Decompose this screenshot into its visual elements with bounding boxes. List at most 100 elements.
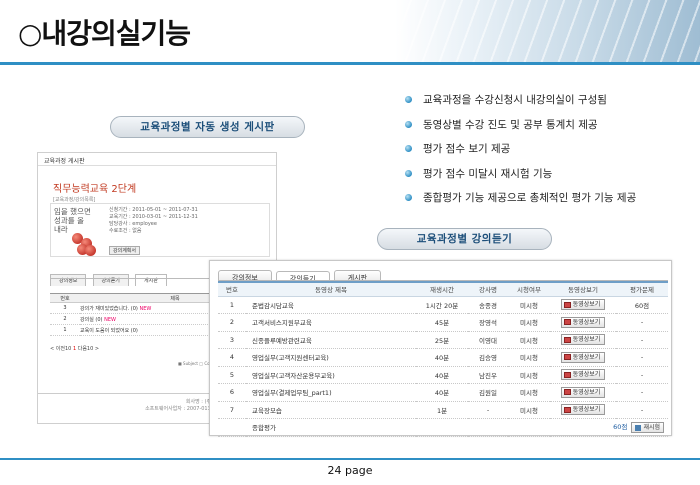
retest-button[interactable]: 재시험 xyxy=(631,422,664,434)
watch-status: 미시청 xyxy=(508,401,550,419)
tab-board[interactable]: 게시판 xyxy=(135,274,167,286)
tab-lecture-listen[interactable]: 강의듣기 xyxy=(92,274,129,286)
play-time: 25분 xyxy=(416,331,468,349)
pager-current[interactable]: 1 xyxy=(73,346,76,352)
video-title: 고객서비스지원부교육 xyxy=(246,313,416,332)
eval-score: - xyxy=(616,366,668,384)
table-row: 2 고객서비스지원부교육 45분 장영석 미시청 동영상보기 - xyxy=(218,313,668,332)
watch-status: 미시청 xyxy=(508,331,550,349)
video-icon xyxy=(563,336,571,343)
eval-score: - xyxy=(616,313,668,332)
video-icon xyxy=(563,301,571,308)
pager: < 이전10 1 다음10 > xyxy=(50,345,99,352)
video-title: 영업실무(결제업무팀_part1) xyxy=(246,383,416,402)
row-number: 7 xyxy=(218,401,246,419)
feature-item: 동영상별 수강 진도 및 공부 통계치 제공 xyxy=(405,117,636,142)
meta-line: 수료조건 : 없음 xyxy=(109,228,142,234)
table-row: 5 영업실무(고객자산운용부교육) 40분 남진우 미시청 동영상보기 - xyxy=(218,366,668,384)
watch-video-label: 동영상보기 xyxy=(572,301,601,309)
watch-video-button[interactable]: 동영상보기 xyxy=(560,299,606,311)
post-title[interactable]: 교육이 도움이 되었어요 xyxy=(80,328,129,334)
teacher-name: - xyxy=(468,401,508,419)
board-tabs: 강의정보 강의듣기 게시판 xyxy=(50,267,168,286)
col-header: 번호 xyxy=(218,281,246,297)
syllabus-button[interactable]: 강의계획서 xyxy=(109,246,141,255)
course-title: 직무능력교육 2단계 xyxy=(53,184,137,195)
feature-item: 교육과정을 수강신청시 내강의실이 구성됨 xyxy=(405,92,636,117)
video-icon xyxy=(563,406,571,413)
row-number xyxy=(218,418,246,437)
watch-status: 미시청 xyxy=(508,296,550,314)
row-number: 1 xyxy=(218,296,246,314)
col-header: 강사명 xyxy=(468,281,508,297)
video-icon xyxy=(563,389,571,396)
row-number: 3 xyxy=(218,331,246,349)
feature-item: 평가 점수 미달시 재시험 기능 xyxy=(405,166,636,191)
table-row-total: 종합평가 60점 재시험 xyxy=(218,418,668,437)
play-time: 40분 xyxy=(416,366,468,384)
watch-video-label: 동영상보기 xyxy=(572,371,601,379)
teacher-name: 남진우 xyxy=(468,366,508,384)
video-icon xyxy=(563,371,571,378)
new-badge: NEW xyxy=(139,305,152,312)
ball-icon xyxy=(85,245,96,256)
course-meta: 신청기간 : 2011-05-01 ~ 2011-07-31 교육기간 : 20… xyxy=(109,207,198,235)
watch-video-label: 동영상보기 xyxy=(572,388,601,396)
lecture-listen-label: 교육과정별 강의듣기 xyxy=(377,228,552,250)
watch-video-button[interactable]: 동영상보기 xyxy=(560,386,606,398)
post-title[interactable]: 강의실 xyxy=(80,317,94,323)
row-number: 2 xyxy=(218,313,246,332)
retest-icon xyxy=(635,424,642,431)
watch-video-button[interactable]: 동영상보기 xyxy=(560,351,606,363)
comment-count: (0) xyxy=(130,327,138,334)
eval-score: - xyxy=(616,348,668,367)
teacher-name: 송종경 xyxy=(468,296,508,314)
post-title[interactable]: 강의가 재미있었습니다. xyxy=(80,306,129,312)
course-image: 임을 했으면 성과를 올 내라 xyxy=(54,207,99,256)
watch-video-label: 동영상보기 xyxy=(572,406,601,414)
header-photo xyxy=(395,0,700,62)
eval-score: - xyxy=(616,401,668,419)
watch-status: 미시청 xyxy=(508,383,550,402)
meta-line: 담당강사 : employee xyxy=(109,221,157,227)
table-row: 6 영업실무(결제업무팀_part1) 40분 김원일 미시청 동영상보기 - xyxy=(218,383,668,402)
teacher-name xyxy=(468,418,508,437)
feature-item: 종합평가 기능 제공으로 총체적인 평가 기능 제공 xyxy=(405,190,636,215)
tab-lecture-info[interactable]: 강의정보 xyxy=(50,274,87,286)
col-header: 번호 xyxy=(50,293,80,303)
row-number: 3 xyxy=(50,302,80,314)
col-header: 동영상보기 xyxy=(550,281,616,297)
video-title: 종합평가 xyxy=(246,418,416,437)
eval-score: 60점 xyxy=(613,423,628,432)
top-divider xyxy=(0,62,700,65)
video-title: 영업실무(고객지원센터교육) xyxy=(246,348,416,367)
course-image-text: 성과를 올 xyxy=(54,216,84,225)
comment-count: (0) xyxy=(130,305,138,312)
col-header: 시청여부 xyxy=(508,281,550,297)
page-title: ○내강의실기능 xyxy=(18,17,191,50)
eval-score: 60점 xyxy=(616,296,668,314)
row-number: 4 xyxy=(218,348,246,367)
lecture-screenshot: 강의정보 강의듣기 게시판 번호 동영상 제목 재생시간 강사명 시청여부 동영… xyxy=(209,260,672,437)
teacher-name: 이영대 xyxy=(468,331,508,349)
video-title: 준법감시담교육 xyxy=(246,296,416,314)
watch-video-button[interactable]: 동영상보기 xyxy=(560,404,606,416)
watch-status: 미시청 xyxy=(508,348,550,367)
col-header: 평가문제 xyxy=(616,281,668,297)
pager-prev[interactable]: < 이전10 xyxy=(50,346,71,352)
play-time: 45분 xyxy=(416,313,468,332)
watch-video-button[interactable]: 동영상보기 xyxy=(560,316,606,328)
play-time xyxy=(416,418,468,437)
watch-video-label: 동영상보기 xyxy=(572,336,601,344)
video-title: 영업실무(고객자산운용부교육) xyxy=(246,366,416,384)
watch-video-button[interactable]: 동영상보기 xyxy=(560,334,606,346)
video-title: 교육장모습 xyxy=(246,401,416,419)
meta-line: 교육기간 : 2010-03-01 ~ 2011-12-31 xyxy=(109,214,198,220)
pager-next[interactable]: 다음10 > xyxy=(78,346,99,352)
bottom-divider xyxy=(0,458,700,460)
retest-label: 재시험 xyxy=(643,424,660,432)
teacher-name: 장영석 xyxy=(468,313,508,332)
play-time: 40분 xyxy=(416,383,468,402)
watch-video-button[interactable]: 동영상보기 xyxy=(560,369,606,381)
video-icon xyxy=(563,354,571,361)
